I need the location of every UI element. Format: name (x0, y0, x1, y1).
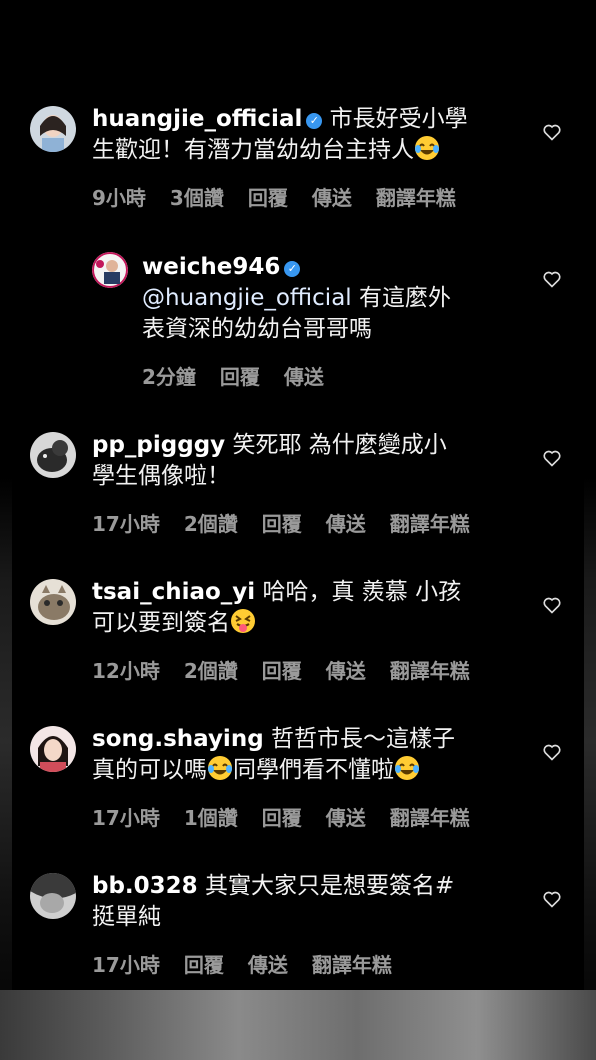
likes-count[interactable]: 2個讚 (184, 512, 238, 536)
avatar[interactable] (30, 432, 76, 478)
translate-button[interactable]: 翻譯年糕 (376, 186, 456, 210)
heart-outline-icon[interactable] (542, 269, 562, 289)
comment-time: 17小時 (92, 512, 160, 536)
tears-of-joy-emoji-icon (415, 136, 439, 160)
translate-button[interactable]: 翻譯年糕 (312, 953, 392, 977)
avatar[interactable] (30, 726, 76, 772)
send-button[interactable]: 傳送 (284, 365, 324, 389)
send-button[interactable]: 傳送 (326, 512, 366, 536)
tears-of-joy-emoji-icon (395, 756, 419, 780)
comment-text: 同學們看不懂啦 (233, 757, 394, 783)
username[interactable]: song.shaying (92, 726, 264, 752)
comment-time: 2分鐘 (142, 365, 196, 389)
translate-button[interactable]: 翻譯年糕 (390, 659, 470, 683)
heart-outline-icon[interactable] (542, 448, 562, 468)
comment-text: 笑死耶 為什麼變成小 (232, 432, 447, 458)
reply-button[interactable]: 回覆 (262, 806, 302, 830)
comment-text: 其實大家只是想要簽名# (205, 873, 455, 899)
comment-text: 有這麼外 (359, 285, 451, 311)
tongue-out-emoji-icon (231, 609, 255, 633)
comment-text: 哈哈，真 羨慕 小孩 (262, 579, 462, 605)
tears-of-joy-emoji-icon (208, 756, 232, 780)
avatar[interactable] (30, 579, 76, 625)
heart-outline-icon[interactable] (542, 742, 562, 762)
verified-badge-icon: ✓ (284, 261, 301, 277)
comment-time: 17小時 (92, 953, 160, 977)
mention-link[interactable]: @huangjie_official (142, 285, 352, 311)
comments-panel: huangjie_official ✓ 市長好受小學 生歡迎！有潛力當幼幼台主持人… (12, 0, 584, 990)
comment-text: 挺單純 (92, 904, 161, 930)
send-button[interactable]: 傳送 (248, 953, 288, 977)
comment-text: 真的可以嗎 (92, 757, 207, 783)
avatar[interactable] (30, 873, 76, 919)
heart-outline-icon[interactable] (542, 595, 562, 615)
comment-text: 表資深的幼幼台哥哥嗎 (142, 316, 372, 342)
comment-time: 9小時 (92, 186, 146, 210)
heart-outline-icon[interactable] (542, 122, 562, 142)
verified-badge-icon: ✓ (306, 113, 323, 129)
avatar[interactable] (92, 252, 128, 288)
username[interactable]: huangjie_official (92, 106, 302, 132)
background-left-edge (0, 0, 12, 1060)
reply-button[interactable]: 回覆 (248, 186, 288, 210)
translate-button[interactable]: 翻譯年糕 (390, 806, 470, 830)
comment-text: 可以要到簽名 (92, 610, 230, 636)
comment-time: 12小時 (92, 659, 160, 683)
likes-count[interactable]: 3個讚 (170, 186, 224, 210)
username[interactable]: pp_pigggy (92, 432, 225, 458)
comment-text: 市長好受小學 (329, 106, 468, 132)
likes-count[interactable]: 2個讚 (184, 659, 238, 683)
comment-text: 學生偶像啦！ (92, 463, 230, 489)
reply-button[interactable]: 回覆 (262, 512, 302, 536)
send-button[interactable]: 傳送 (326, 659, 366, 683)
username[interactable]: tsai_chiao_yi (92, 579, 255, 605)
reply-button[interactable]: 回覆 (220, 365, 260, 389)
comment-text: 哲哲市長～這樣子 (270, 726, 455, 752)
username[interactable]: weiche946 (142, 254, 280, 280)
send-button[interactable]: 傳送 (312, 186, 352, 210)
send-button[interactable]: 傳送 (326, 806, 366, 830)
comment-text: 生歡迎！有潛力當幼幼台主持人 (92, 137, 414, 163)
username[interactable]: bb.0328 (92, 873, 198, 899)
translate-button[interactable]: 翻譯年糕 (390, 512, 470, 536)
likes-count[interactable]: 1個讚 (184, 806, 238, 830)
avatar[interactable] (30, 106, 76, 152)
background-right-edge (584, 0, 596, 1060)
heart-outline-icon[interactable] (542, 889, 562, 909)
blurred-background-strip (0, 990, 596, 1060)
comment-time: 17小時 (92, 806, 160, 830)
reply-button[interactable]: 回覆 (262, 659, 302, 683)
reply-button[interactable]: 回覆 (184, 953, 224, 977)
